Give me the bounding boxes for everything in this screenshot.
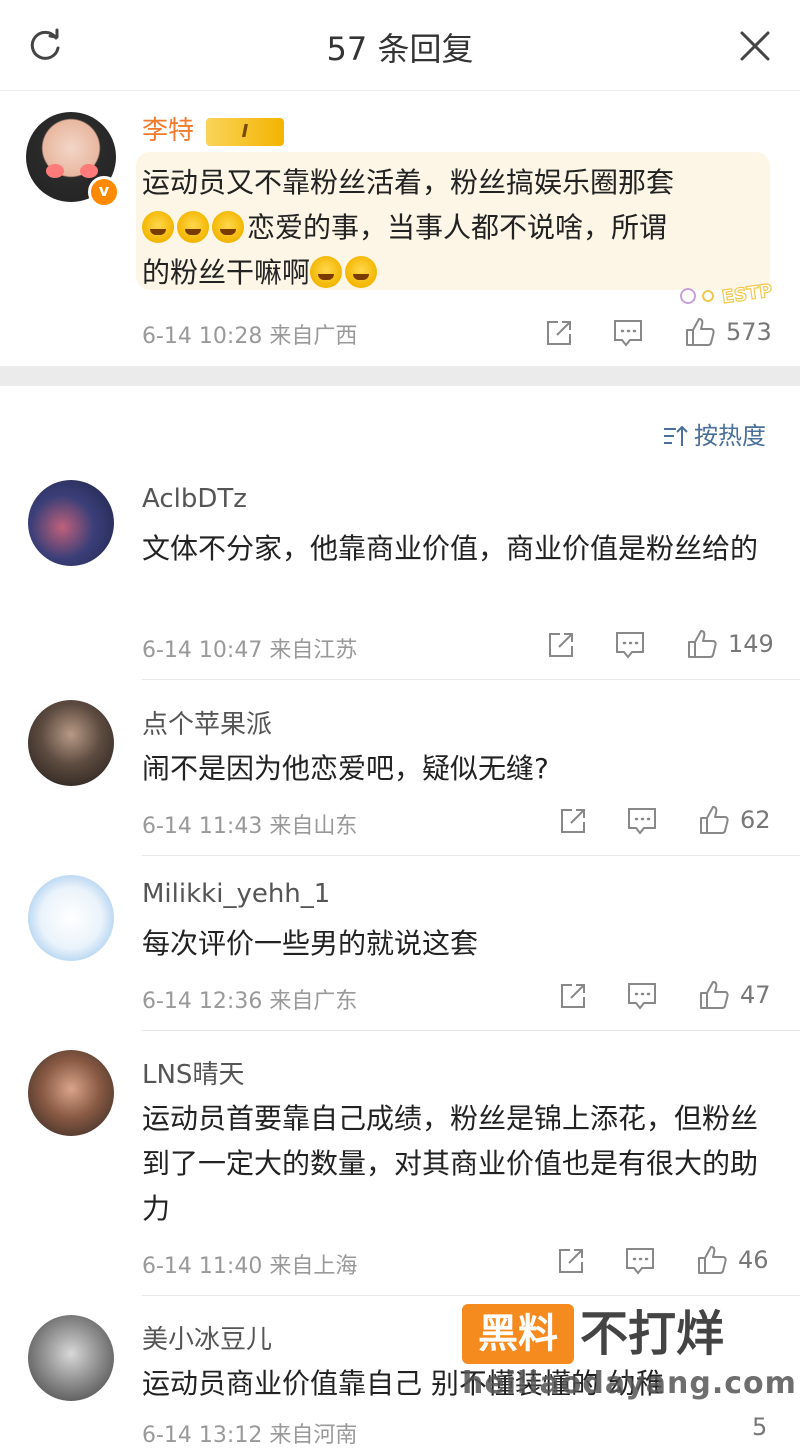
like-count: 573 — [726, 318, 772, 346]
watermark: 黑料 不打烊 heiliaodayang.com — [462, 1304, 796, 1404]
comment-icon[interactable] — [626, 806, 658, 836]
comment-text: 运动员又不靠粉丝活着，粉丝搞娱乐圈那套 恋爱的事，当事人都不说啥，所谓 的粉丝干… — [142, 160, 762, 295]
avatar[interactable] — [28, 700, 114, 786]
main-comment: v 李特 I 运动员又不靠粉丝活着，粉丝搞娱乐圈那套 恋爱的事，当事人都不说啥，… — [0, 90, 800, 366]
comment-text-line: 运动员又不靠粉丝活着，粉丝搞娱乐圈那套 — [142, 166, 675, 199]
comment-text-line: 恋爱的事，当事人都不说啥，所谓 — [142, 205, 762, 250]
divider — [142, 1295, 800, 1296]
like-count: 47 — [740, 981, 771, 1009]
like-icon[interactable] — [696, 1244, 728, 1276]
reply-author[interactable]: 美小冰豆儿 — [142, 1319, 272, 1356]
verified-icon: v — [88, 176, 120, 208]
comment-meta: 6-14 10:28 来自广西 — [142, 324, 358, 349]
comment-author[interactable]: 李特 — [142, 110, 194, 147]
avatar[interactable] — [28, 1050, 114, 1136]
comment-text-line: 的粉丝干嘛啊 — [142, 250, 762, 295]
reply-meta: 6-14 10:47 来自江苏 — [142, 638, 358, 663]
like-icon[interactable] — [684, 316, 716, 348]
watermark-logo-box: 黑料 — [462, 1304, 574, 1364]
crown-badge-icon[interactable]: I — [206, 118, 284, 146]
divider — [142, 1030, 800, 1031]
laugh-cry-emoji-icon — [177, 211, 209, 243]
like-icon[interactable] — [698, 979, 730, 1011]
reply-text: 文体不分家，他靠商业价值，商业价值是粉丝给的 — [142, 532, 759, 565]
laugh-cry-emoji-icon — [345, 256, 378, 288]
reply-text: 闹不是因为他恋爱吧，疑似无缝? — [142, 752, 549, 785]
comment-icon[interactable] — [614, 630, 646, 660]
like-icon[interactable] — [686, 628, 718, 660]
laugh-cry-emoji-icon — [142, 211, 174, 243]
estp-sticker-icon: ESTP — [680, 280, 774, 309]
watermark-text: 不打烊 — [580, 1306, 725, 1362]
reply-meta: 6-14 13:12 来自河南 — [142, 1423, 358, 1448]
comment-icon[interactable] — [624, 1246, 656, 1276]
like-count: 62 — [740, 806, 771, 834]
sort-label: 按热度 — [694, 422, 766, 450]
sort-button[interactable]: 按热度 — [662, 416, 766, 451]
reply-meta: 6-14 12:36 来自广东 — [142, 989, 358, 1014]
like-count: 149 — [728, 630, 774, 658]
divider — [142, 679, 800, 680]
share-icon[interactable] — [558, 806, 588, 836]
close-icon[interactable] — [736, 27, 774, 65]
sort-icon — [664, 425, 688, 446]
section-separator — [0, 366, 800, 386]
like-count: 5 — [752, 1413, 768, 1441]
comment-icon[interactable] — [626, 981, 658, 1011]
laugh-cry-emoji-icon — [310, 256, 343, 288]
share-icon[interactable] — [544, 318, 574, 348]
like-icon[interactable] — [698, 804, 730, 836]
avatar[interactable] — [28, 480, 114, 566]
header-bar: 57 条回复 — [0, 0, 800, 91]
share-icon[interactable] — [556, 1246, 586, 1276]
comment-text-segment: 的粉丝干嘛啊 — [142, 256, 311, 289]
reply-author[interactable]: Milikki_yehh_1 — [142, 879, 330, 909]
comment-icon[interactable] — [612, 318, 644, 348]
cheek-decoration — [46, 164, 64, 178]
avatar[interactable] — [28, 1315, 114, 1401]
page-title: 57 条回复 — [326, 30, 474, 68]
watermark-url: heiliaodayang.com — [462, 1366, 797, 1401]
divider — [142, 855, 800, 856]
sticker-text: ESTP — [721, 280, 774, 308]
laugh-cry-emoji-icon — [212, 211, 244, 243]
reply-text: 每次评价一些男的就说这套 — [142, 927, 479, 960]
share-icon[interactable] — [546, 630, 576, 660]
reply-author[interactable]: LNS晴天 — [142, 1054, 244, 1091]
reply-author[interactable]: AclbDTz — [142, 484, 247, 514]
reply-text: 运动员首要靠自己成绩，粉丝是锦上添花，但粉丝到了一定大的数量，对其商业价值也是有… — [142, 1102, 759, 1225]
comment-text-segment: 恋爱的事，当事人都不说啥，所谓 — [247, 211, 668, 244]
reply-meta: 6-14 11:40 来自上海 — [142, 1254, 358, 1279]
reply-author[interactable]: 点个苹果派 — [142, 704, 272, 741]
share-icon[interactable] — [558, 981, 588, 1011]
reply-meta: 6-14 11:43 来自山东 — [142, 814, 358, 839]
cheek-decoration — [80, 164, 98, 178]
like-count: 46 — [738, 1246, 769, 1274]
avatar[interactable] — [28, 875, 114, 961]
